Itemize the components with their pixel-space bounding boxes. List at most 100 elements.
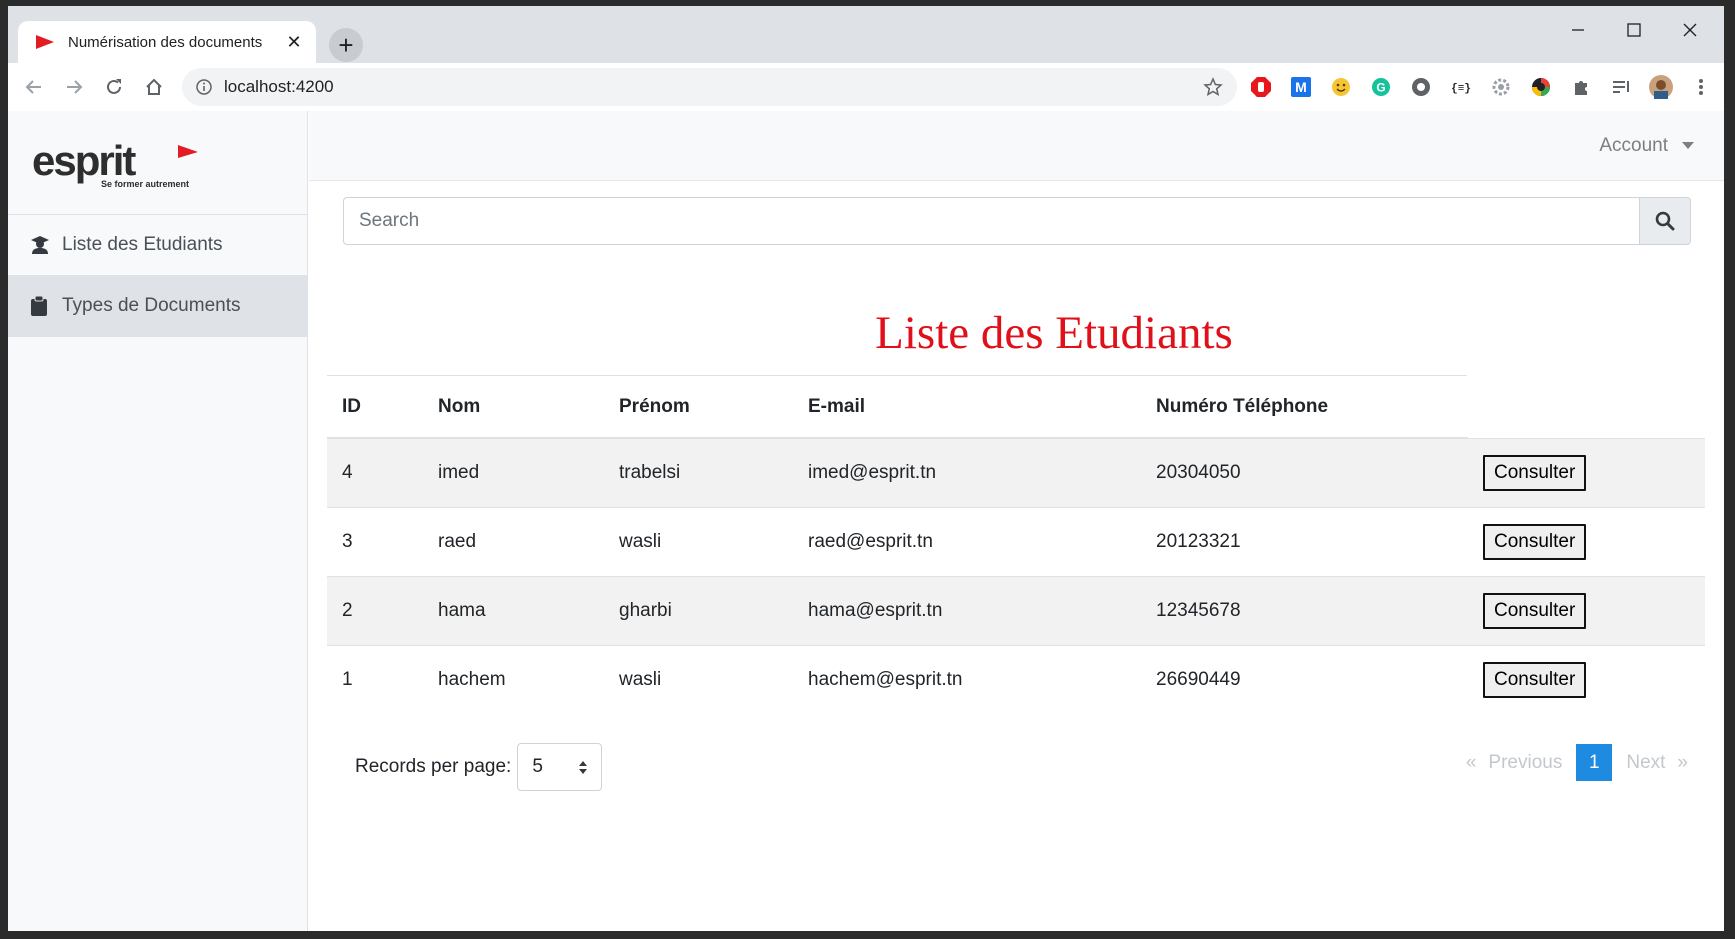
previous-page-link[interactable]: Previous [1482, 752, 1568, 774]
svg-text:G: G [1376, 81, 1385, 95]
sidebar-item-etudiants[interactable]: Liste des Etudiants [8, 215, 307, 276]
info-icon[interactable] [196, 79, 212, 95]
m-extension-icon[interactable]: M [1285, 71, 1317, 103]
clipboard-icon [30, 296, 50, 316]
cell-nom: imed [423, 437, 604, 507]
table-header-row: ID Nom Prénom E-mail Numéro Téléphone [327, 376, 1705, 439]
browser-tab[interactable]: Numérisation des documents ✕ [18, 21, 316, 63]
color-extension-icon[interactable] [1525, 71, 1557, 103]
header-actions [1468, 376, 1705, 438]
consulter-button[interactable]: Consulter [1483, 661, 1587, 698]
consulter-button[interactable]: Consulter [1483, 523, 1587, 560]
select-arrows-icon [579, 760, 588, 774]
last-page-link[interactable]: » [1671, 752, 1694, 774]
pagination: « Previous 1 Next » [1460, 744, 1694, 781]
extensions-bar: M G {≡} [1245, 68, 1717, 106]
main-content: Account Liste des Etudiants ID Nom Préno… [309, 111, 1724, 931]
cell-email: raed@esprit.tn [793, 506, 1141, 576]
search-group [343, 197, 1691, 245]
table-row: 4 imed trabelsi imed@esprit.tn 20304050 … [327, 437, 1705, 507]
cell-nom: hachem [423, 644, 604, 714]
cell-prenom: wasli [604, 506, 793, 576]
students-table: ID Nom Prénom E-mail Numéro Téléphone 4 … [327, 376, 1705, 714]
cell-action: Consulter [1468, 506, 1705, 576]
cell-id: 2 [327, 575, 423, 645]
emoji-extension-icon[interactable] [1325, 71, 1357, 103]
sidebar: esprit Se former autrement Liste des Etu… [8, 111, 308, 931]
records-per-page-select[interactable]: 5 [517, 743, 603, 791]
top-navbar: Account [309, 111, 1724, 181]
cell-action: Consulter [1468, 644, 1705, 714]
adblock-extension-icon[interactable] [1245, 71, 1277, 103]
bookmark-star-icon[interactable] [1203, 77, 1223, 97]
circle-extension-icon[interactable] [1405, 71, 1437, 103]
esprit-logo: esprit Se former autrement [32, 137, 198, 189]
records-per-page-label: Records per page: [355, 756, 512, 777]
url-text[interactable]: localhost:4200 [224, 77, 1203, 97]
cell-id: 4 [327, 437, 423, 507]
consulter-button[interactable]: Consulter [1483, 454, 1587, 491]
address-bar[interactable]: localhost:4200 [182, 68, 1237, 106]
header-telephone: Numéro Téléphone [1141, 376, 1468, 439]
svg-text:Se former autrement: Se former autrement [101, 179, 189, 189]
account-label: Account [1599, 134, 1668, 156]
cell-prenom: gharbi [604, 575, 793, 645]
caret-down-icon [1682, 142, 1694, 149]
page-viewport: esprit Se former autrement Liste des Etu… [8, 111, 1724, 931]
cell-telephone: 26690449 [1141, 644, 1468, 714]
header-nom: Nom [423, 376, 604, 439]
cell-prenom: wasli [604, 644, 793, 714]
close-window-icon[interactable] [1662, 14, 1718, 46]
sidebar-item-types-documents[interactable]: Types de Documents [8, 276, 307, 337]
cell-email: hama@esprit.tn [793, 575, 1141, 645]
current-page[interactable]: 1 [1576, 744, 1613, 781]
tab-close-icon[interactable]: ✕ [284, 32, 304, 52]
table-row: 3 raed wasli raed@esprit.tn 20123321 Con… [327, 506, 1705, 576]
json-extension-icon[interactable]: {≡} [1445, 71, 1477, 103]
student-icon [30, 235, 50, 255]
tab-title: Numérisation des documents [68, 33, 263, 51]
cell-telephone: 12345678 [1141, 575, 1468, 645]
media-queue-icon[interactable] [1605, 71, 1637, 103]
cell-email: imed@esprit.tn [793, 437, 1141, 507]
header-email: E-mail [793, 376, 1141, 439]
grammarly-extension-icon[interactable]: G [1365, 71, 1397, 103]
cell-action: Consulter [1468, 437, 1705, 507]
header-prenom: Prénom [604, 376, 793, 439]
back-icon[interactable] [14, 67, 54, 107]
menu-kebab-icon[interactable] [1685, 71, 1717, 103]
cell-telephone: 20304050 [1141, 437, 1468, 507]
svg-text:esprit: esprit [32, 141, 136, 184]
gear-extension-icon[interactable] [1485, 71, 1517, 103]
new-tab-button[interactable]: + [329, 28, 363, 62]
reload-icon[interactable] [94, 67, 134, 107]
search-input[interactable] [343, 197, 1639, 245]
account-dropdown[interactable]: Account [1599, 135, 1694, 157]
sidebar-item-label: Types de Documents [62, 295, 241, 316]
first-page-link[interactable]: « [1460, 752, 1483, 774]
puzzle-extensions-icon[interactable] [1565, 71, 1597, 103]
svg-text:{≡}: {≡} [1451, 83, 1471, 95]
cell-prenom: trabelsi [604, 437, 793, 507]
home-icon[interactable] [134, 67, 174, 107]
maximize-icon[interactable] [1606, 14, 1662, 46]
page-title: Liste des Etudiants [875, 307, 1233, 359]
cell-action: Consulter [1468, 575, 1705, 645]
records-per-page: Records per page: 5 [355, 743, 603, 791]
forward-icon[interactable] [54, 67, 94, 107]
flag-favicon-icon [36, 35, 54, 49]
brand-logo[interactable]: esprit Se former autrement [8, 111, 307, 215]
header-id: ID [327, 376, 423, 439]
cell-email: hachem@esprit.tn [793, 644, 1141, 714]
consulter-button[interactable]: Consulter [1483, 592, 1587, 629]
cell-telephone: 20123321 [1141, 506, 1468, 576]
search-button[interactable] [1639, 197, 1691, 245]
sidebar-item-label: Liste des Etudiants [62, 234, 223, 255]
next-page-link[interactable]: Next [1620, 752, 1671, 774]
profile-avatar-icon[interactable] [1645, 71, 1677, 103]
browser-toolbar: localhost:4200 M G {≡} [8, 63, 1724, 111]
table-row: 1 hachem wasli hachem@esprit.tn 26690449… [327, 644, 1705, 714]
cell-id: 3 [327, 506, 423, 576]
minimize-icon[interactable] [1550, 14, 1606, 46]
browser-window: Numérisation des documents ✕ + localhost… [8, 6, 1724, 931]
